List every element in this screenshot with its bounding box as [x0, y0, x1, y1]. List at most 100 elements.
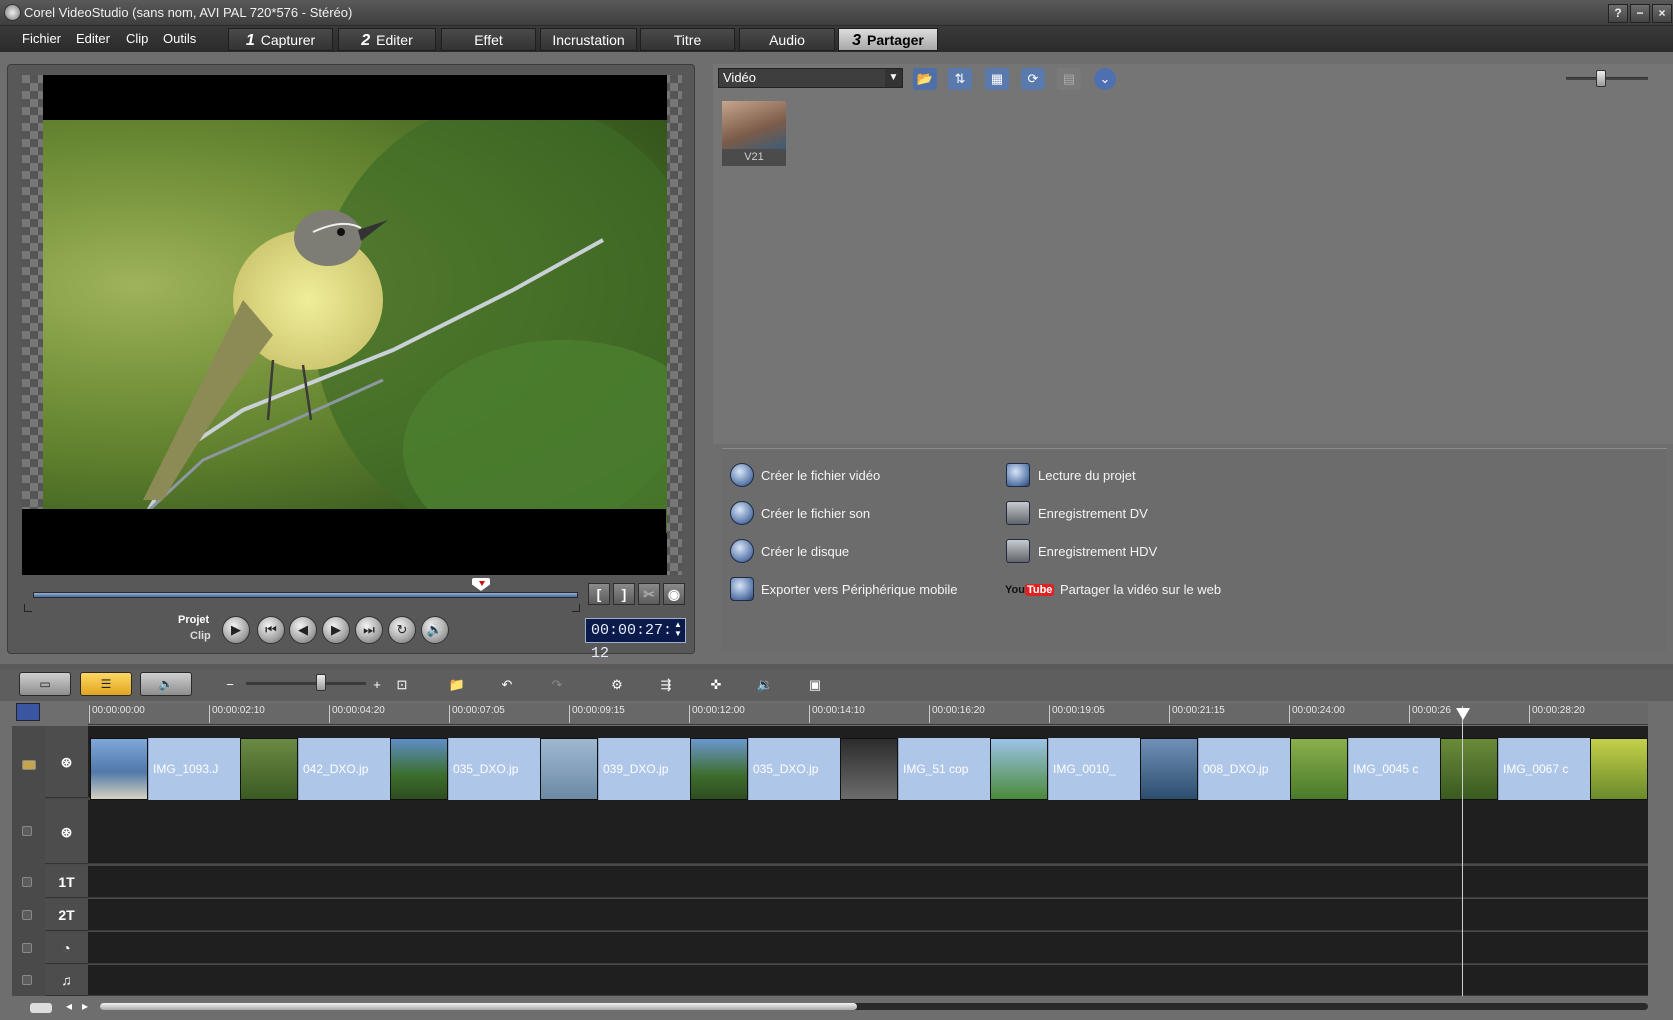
split-clip-button[interactable]: ✂	[638, 583, 660, 605]
zoom-out-icon[interactable]: −	[216, 672, 244, 698]
lock-icon[interactable]	[22, 877, 32, 887]
close-button[interactable]: ×	[1652, 4, 1672, 23]
preview-scrub-bar[interactable]	[33, 592, 578, 598]
create-video-file-link[interactable]: Créer le fichier vidéo	[761, 468, 880, 483]
lock-icon[interactable]	[22, 975, 32, 985]
video-clip[interactable]: IMG_1093.J	[148, 738, 240, 800]
chevron-down-icon[interactable]: ▼	[885, 69, 902, 87]
lock-icon[interactable]	[22, 943, 32, 953]
clip-thumbnail[interactable]	[390, 738, 448, 800]
lock-icon[interactable]	[22, 826, 32, 836]
film-reel-icon[interactable]	[730, 463, 754, 487]
timeline-view-button[interactable]: ☰	[80, 672, 132, 696]
thumbnail-size-slider[interactable]	[1566, 77, 1648, 80]
library-manager-icon[interactable]: ▤	[1057, 68, 1081, 90]
hdv-recording-link[interactable]: Enregistrement HDV	[1038, 544, 1157, 559]
add-track-icon[interactable]	[30, 1003, 52, 1013]
refresh-icon[interactable]: ⟳	[1021, 68, 1045, 90]
video-clip[interactable]: IMG_0010_	[1048, 738, 1140, 800]
timeline-zoom-slider[interactable]	[246, 682, 366, 685]
clip-thumbnail[interactable]	[840, 738, 898, 800]
music-track[interactable]	[88, 965, 1648, 996]
play-button[interactable]: ▶	[222, 616, 250, 644]
title-track-1-head[interactable]: 1T	[45, 866, 88, 898]
clip-thumbnail[interactable]	[990, 738, 1048, 800]
video-track-head[interactable]: ⊛	[45, 726, 88, 798]
repeat-button[interactable]: ↻	[388, 616, 416, 644]
tab-partager[interactable]: 3 Partager	[838, 28, 938, 51]
dv-camera-icon[interactable]	[1006, 501, 1030, 525]
fit-project-icon[interactable]: ⊡	[388, 672, 416, 698]
go-end-button[interactable]: ⏭	[355, 616, 383, 644]
project-playback-icon[interactable]	[1006, 463, 1030, 487]
timeline-scrollbar-thumb[interactable]	[100, 1003, 857, 1010]
insert-media-icon[interactable]: 📁	[443, 672, 471, 698]
menu-fichier[interactable]: Fichier	[22, 31, 61, 46]
clip-thumbnail[interactable]	[1590, 738, 1648, 800]
playhead-line[interactable]	[1462, 706, 1463, 996]
audio-disc-icon[interactable]	[730, 501, 754, 525]
track-visibility-icon[interactable]	[22, 760, 36, 770]
overlay-track[interactable]	[88, 800, 1648, 864]
project-playback-link[interactable]: Lecture du projet	[1038, 468, 1136, 483]
title-track-2[interactable]	[88, 899, 1648, 931]
video-clip[interactable]: IMG_51 cop	[898, 738, 990, 800]
thumbnail-size-knob[interactable]	[1596, 70, 1606, 87]
video-clip[interactable]: 039_DXO.jp	[598, 738, 690, 800]
create-disc-link[interactable]: Créer le disque	[761, 544, 849, 559]
video-clip[interactable]: IMG_0045 c	[1348, 738, 1440, 800]
go-start-button[interactable]: ⏮	[257, 616, 285, 644]
create-audio-file-link[interactable]: Créer le fichier son	[761, 506, 870, 521]
export-icon[interactable]: ⇶	[652, 672, 680, 698]
audio-view-button[interactable]: 🔈	[140, 672, 192, 696]
prev-frame-button[interactable]: ◀	[289, 616, 317, 644]
timecode-display[interactable]: 00:00:27: 12	[585, 618, 686, 662]
clip-thumbnail[interactable]	[540, 738, 598, 800]
disc-icon[interactable]	[730, 539, 754, 563]
volume-button[interactable]: 🔊	[421, 616, 449, 644]
video-clip[interactable]: IMG_0067 c	[1498, 738, 1590, 800]
menu-outils[interactable]: Outils	[163, 31, 196, 46]
clip-thumbnail[interactable]	[1440, 738, 1498, 800]
help-button[interactable]: ?	[1608, 4, 1628, 23]
track-manager-icon[interactable]: ✜	[702, 672, 730, 698]
voice-track-head[interactable]: ◔	[45, 932, 88, 964]
video-clip[interactable]: 035_DXO.jp	[748, 738, 840, 800]
title-track-2-head[interactable]: 2T	[45, 899, 88, 931]
tab-effet[interactable]: Effet	[441, 28, 536, 51]
video-clip[interactable]: 008_DXO.jp	[1198, 738, 1290, 800]
next-frame-button[interactable]: ▶	[322, 616, 350, 644]
voice-track[interactable]	[88, 932, 1648, 964]
sort-icon[interactable]: ⇅	[948, 68, 972, 90]
clip-thumbnail[interactable]	[1290, 738, 1348, 800]
menu-clip[interactable]: Clip	[126, 31, 148, 46]
tab-audio[interactable]: Audio	[739, 28, 835, 51]
title-track-1[interactable]	[88, 866, 1648, 898]
ruler-toggle-icon[interactable]	[16, 703, 40, 721]
music-track-head[interactable]: ♫	[45, 965, 88, 996]
export-mobile-link[interactable]: Exporter vers Périphérique mobile	[761, 582, 958, 597]
tab-incrustation[interactable]: Incrustation	[540, 28, 637, 51]
chapter-icon[interactable]: ▣	[801, 672, 829, 698]
undo-icon[interactable]: ↶	[493, 672, 521, 698]
video-clip[interactable]: 035_DXO.jp	[448, 738, 540, 800]
clip-thumbnail[interactable]	[1140, 738, 1198, 800]
smart-render-icon[interactable]: ⚙	[603, 672, 631, 698]
library-thumbnail[interactable]	[722, 101, 786, 149]
hdv-camera-icon[interactable]	[1006, 539, 1030, 563]
lock-icon[interactable]	[22, 910, 32, 920]
share-web-link[interactable]: Partager la vidéo sur le web	[1060, 582, 1221, 597]
clip-thumbnail[interactable]	[240, 738, 298, 800]
zoom-in-icon[interactable]: +	[363, 672, 391, 698]
mode-project-label[interactable]: Projet	[178, 614, 209, 626]
trim-start-icon[interactable]	[24, 604, 32, 612]
tab-titre[interactable]: Titre	[640, 28, 735, 51]
folder-open-icon[interactable]: 📂	[913, 68, 937, 90]
snapshot-button[interactable]: ◉	[663, 583, 685, 605]
dv-recording-link[interactable]: Enregistrement DV	[1038, 506, 1148, 521]
minimize-button[interactable]: −	[1630, 4, 1650, 23]
library-options-icon[interactable]: ▦	[985, 68, 1009, 90]
mark-out-button[interactable]: ]	[613, 583, 635, 605]
mobile-device-icon[interactable]	[730, 577, 754, 601]
storyboard-view-button[interactable]: ▭	[19, 672, 71, 696]
